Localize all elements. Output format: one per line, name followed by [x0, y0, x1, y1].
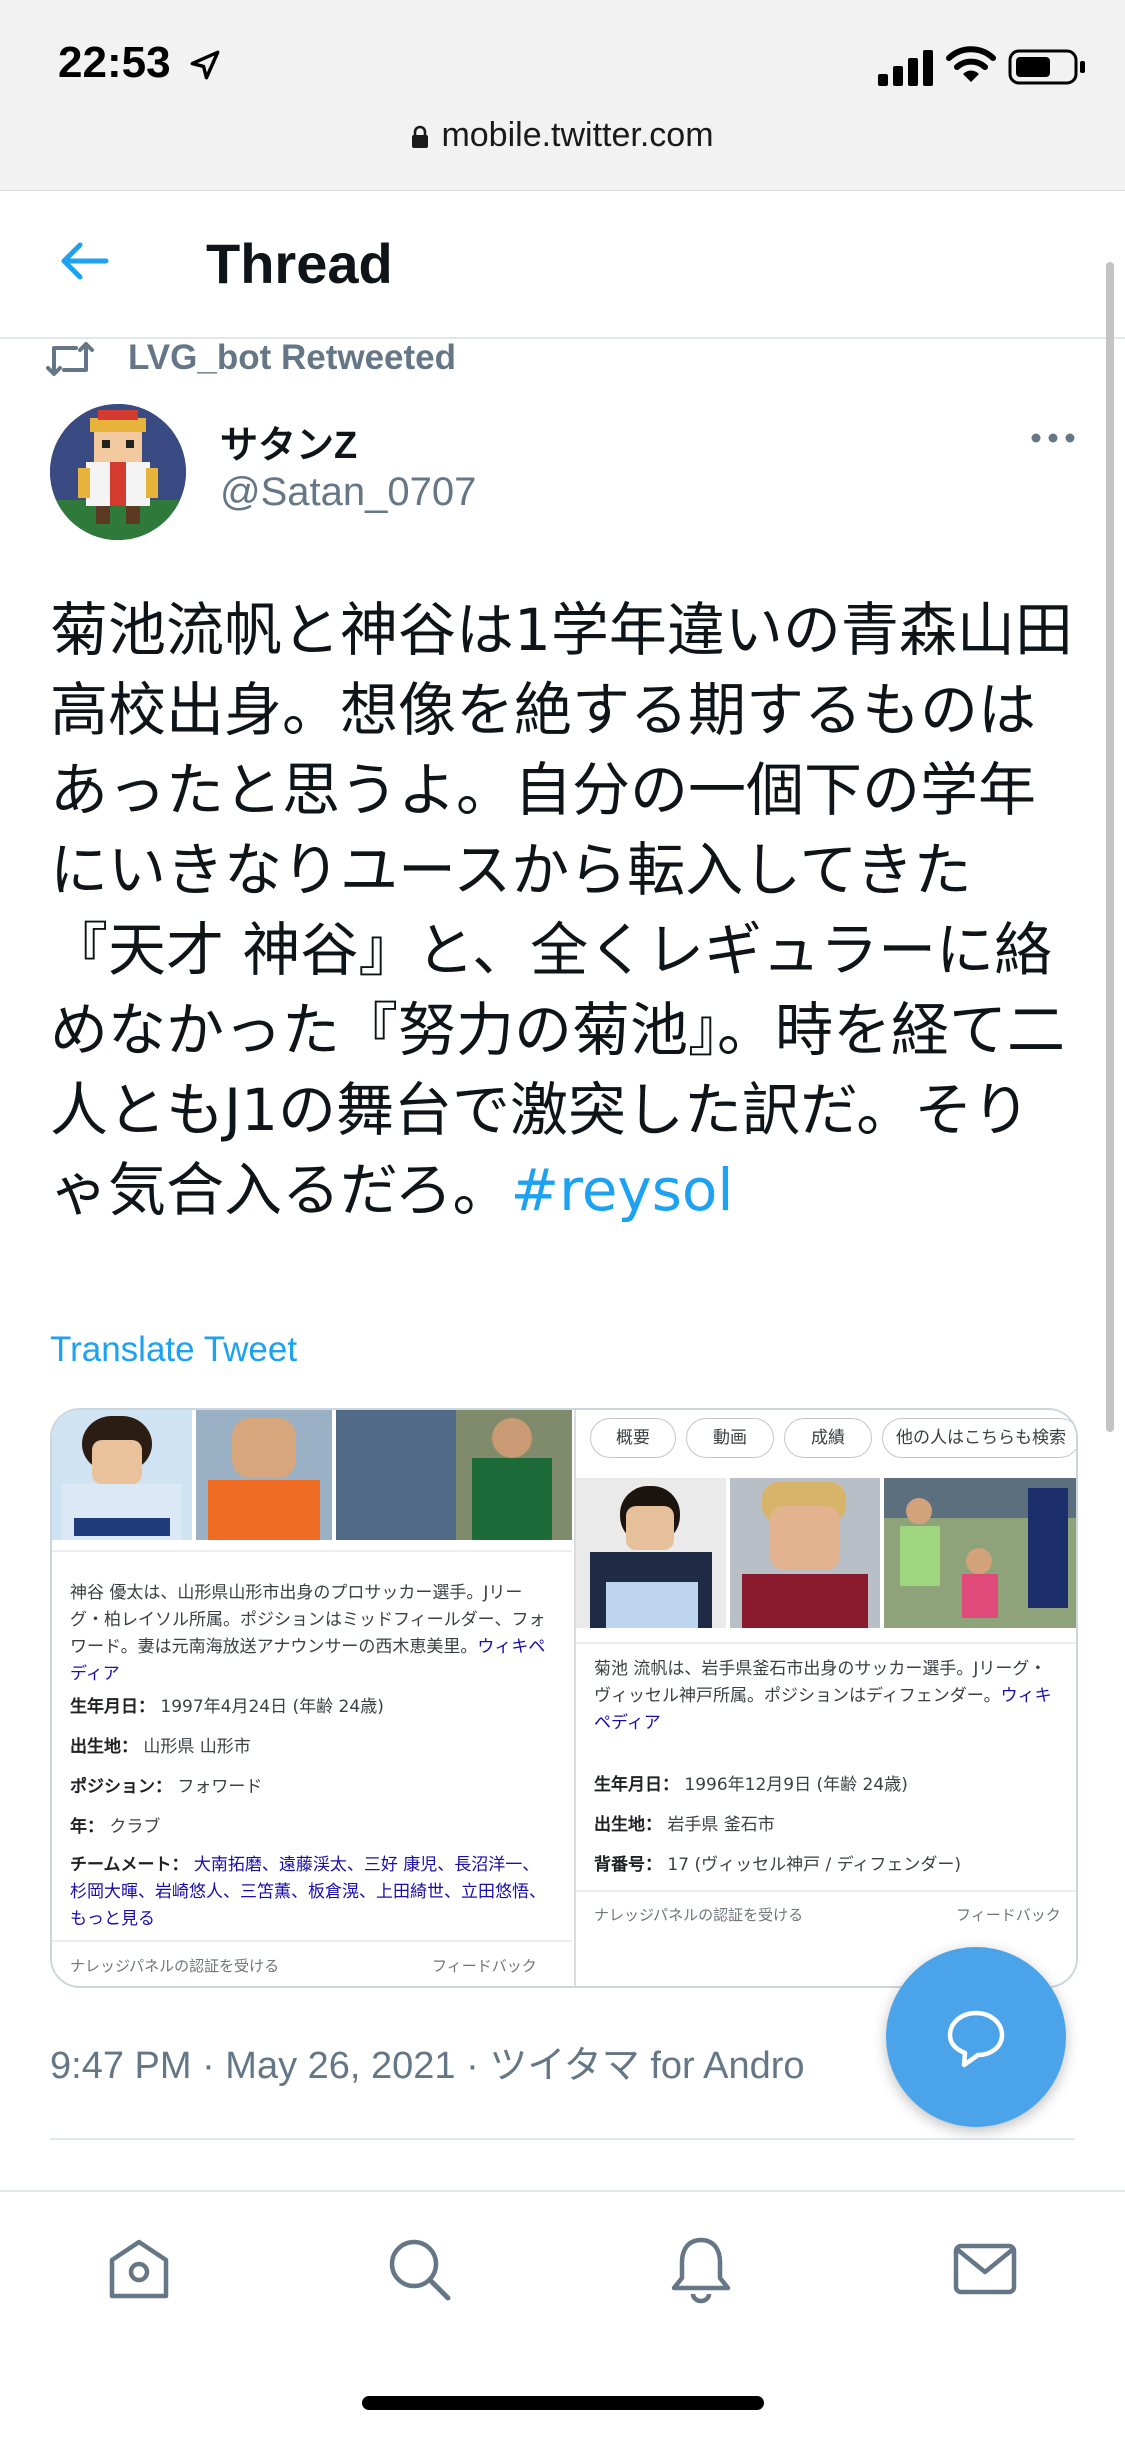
chip-overview: 概要	[590, 1418, 676, 1458]
teammates-row: チームメート： 大南拓磨、遠藤渓太、三好 康児、長沼洋一、杉岡大暉、岩崎悠人、三…	[70, 1855, 546, 1929]
page-title: Thread	[206, 232, 393, 295]
knowledge-panel-right: 概要 動画 成績 他の人はこちらも検索 菊池 流帆は、岩手県釜石市出身のサッカー…	[574, 1410, 1076, 1986]
avatar-image	[50, 404, 186, 540]
fact-row: 生年月日： 1997年4月24日 (年齢 24歳)	[70, 1697, 384, 1717]
fact-key: 背番号	[594, 1855, 645, 1875]
tweet-timestamp[interactable]: 9:47 PM · May 26, 2021 · ツイタマ for Andro	[50, 2034, 805, 2089]
fact-value: 1996年12月9日 (年齢 24歳)	[684, 1775, 908, 1795]
lock-icon	[412, 125, 429, 148]
description-text: 神谷 優太は、山形県山形市出身のプロサッカー選手。Jリーグ・柏レイソル所属。ポジ…	[70, 1583, 546, 1657]
panel-footer-right: フィードバック	[432, 1957, 537, 1975]
panel-footer-left: ナレッジパネルの認証を受ける	[594, 1906, 804, 1924]
teammates-label: チームメート	[70, 1855, 172, 1875]
player-description-right: 菊池 流帆は、岩手県釜石市出身のサッカー選手。Jリーグ・ヴィッセル神戸所属。ポジ…	[594, 1656, 1058, 1737]
translate-tweet-link[interactable]: Translate Tweet	[50, 1330, 297, 1370]
chip-stats: 成績	[784, 1418, 872, 1458]
search-icon[interactable]	[384, 2234, 454, 2304]
home-indicator	[362, 2396, 764, 2410]
scrollbar[interactable]	[1106, 262, 1114, 1432]
mail-icon[interactable]	[950, 2234, 1020, 2304]
author-name[interactable]: サタンZ	[220, 414, 357, 469]
fact-row: ポジション： フォワード	[70, 1777, 263, 1797]
panel-footer-left: ナレッジパネルの認証を受ける	[70, 1957, 280, 1975]
fact-key: 年	[70, 1817, 87, 1837]
fact-value: クラブ	[109, 1817, 161, 1837]
fact-value: 山形県 山形市	[143, 1737, 251, 1757]
tweet-text: 菊池流帆と神谷は1学年違いの青森山田高校出身。想像を絶する期するものはあったと思…	[50, 590, 1080, 1230]
status-bar: 22:53 mobile.twitter.com	[0, 0, 1125, 191]
cellular-signal-icon	[878, 50, 933, 86]
player-photos-right	[576, 1478, 1076, 1628]
chip-video: 動画	[686, 1418, 774, 1458]
retweet-context[interactable]: LVG_bot Retweeted	[128, 338, 456, 378]
fact-value: 17 (ヴィッセル神戸 / ディフェンダー)	[667, 1855, 962, 1875]
panel-footer-right: フィードバック	[956, 1906, 1061, 1924]
description-text: 菊池 流帆は、岩手県釜石市出身のサッカー選手。Jリーグ・ヴィッセル神戸所属。ポジ…	[594, 1659, 1047, 1706]
chip-related: 他の人はこちらも検索	[882, 1418, 1076, 1458]
fact-row: 生年月日： 1996年12月9日 (年齢 24歳)	[594, 1775, 908, 1795]
tweet-media-image[interactable]: 神谷 優太は、山形県山形市出身のプロサッカー選手。Jリーグ・柏レイソル所属。ポジ…	[50, 1408, 1078, 1988]
hashtag-link[interactable]: #reysol	[511, 1156, 734, 1224]
knowledge-panel-left: 神谷 優太は、山形県山形市出身のプロサッカー選手。Jリーグ・柏レイソル所属。ポジ…	[52, 1410, 572, 1986]
home-icon[interactable]	[104, 2234, 174, 2304]
fact-value: 1997年4月24日 (年齢 24歳)	[160, 1697, 384, 1717]
compose-reply-icon	[947, 2010, 1005, 2068]
player-description-left: 神谷 優太は、山形県山形市出身のプロサッカー選手。Jリーグ・柏レイソル所属。ポジ…	[70, 1580, 546, 1688]
wifi-icon	[946, 46, 996, 82]
fact-row: 背番号： 17 (ヴィッセル神戸 / ディフェンダー)	[594, 1855, 962, 1875]
fact-value: フォワード	[177, 1777, 263, 1797]
author-handle[interactable]: @Satan_0707	[220, 470, 476, 515]
back-arrow-icon[interactable]	[58, 235, 110, 287]
bell-icon[interactable]	[666, 2234, 736, 2304]
fact-key: 出生地	[594, 1815, 645, 1835]
status-time: 22:53	[58, 38, 171, 87]
fact-row: 出生地： 山形県 山形市	[70, 1737, 251, 1757]
fact-key: 出生地	[70, 1737, 121, 1757]
battery-icon	[1008, 49, 1085, 85]
tweet-body: 菊池流帆と神谷は1学年違いの青森山田高校出身。想像を絶する期するものはあったと思…	[50, 596, 1073, 1224]
fact-key: 生年月日	[70, 1697, 138, 1717]
fact-key: ポジション	[70, 1777, 155, 1797]
retweet-icon	[46, 342, 94, 376]
fact-value: 岩手県 釜石市	[667, 1815, 775, 1835]
url-text: mobile.twitter.com	[441, 116, 714, 154]
more-options-icon[interactable]	[1028, 420, 1078, 456]
fact-row: 出生地： 岩手県 釜石市	[594, 1815, 775, 1835]
avatar[interactable]	[50, 404, 186, 540]
player-photos-left	[52, 1410, 572, 1552]
fact-row: 年： クラブ	[70, 1817, 161, 1837]
thread-header: Thread	[0, 191, 1125, 339]
fact-key: 生年月日	[594, 1775, 662, 1795]
divider	[50, 2138, 1075, 2140]
url-bar[interactable]: mobile.twitter.com	[0, 116, 1125, 155]
compose-reply-button[interactable]	[886, 1947, 1066, 2127]
location-arrow-icon	[190, 50, 220, 80]
